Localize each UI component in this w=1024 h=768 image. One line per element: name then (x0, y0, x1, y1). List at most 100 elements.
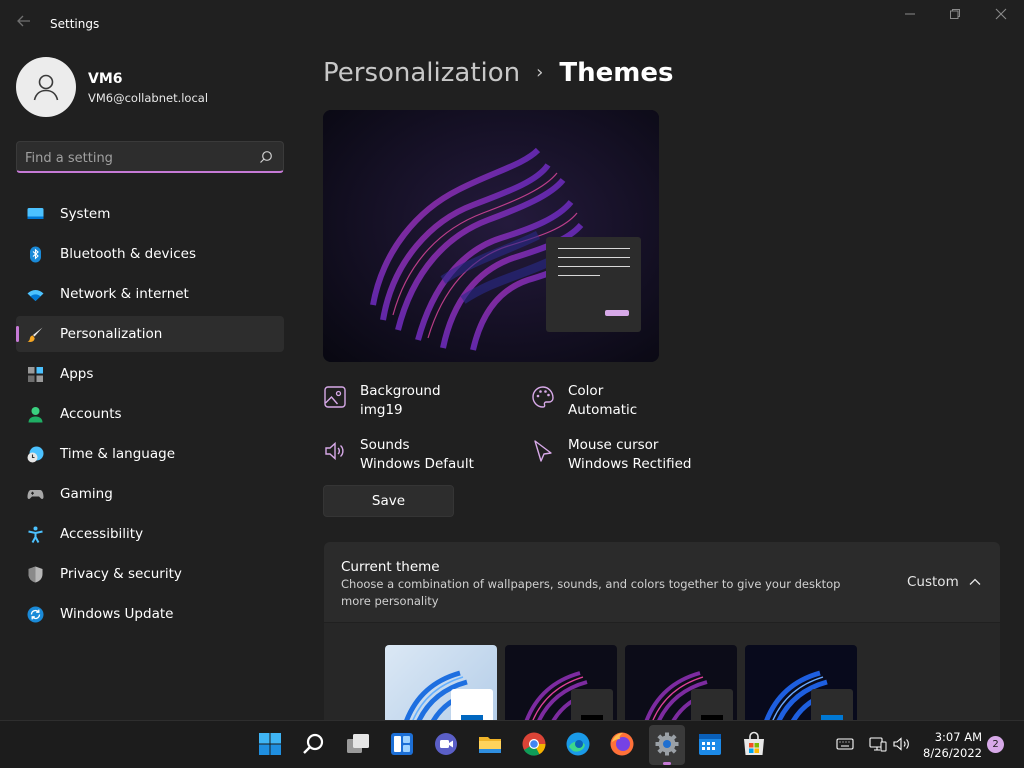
user-icon (33, 74, 59, 101)
start-icon[interactable] (257, 731, 283, 757)
restore-icon (950, 9, 960, 19)
sidebar-item-label: Bluetooth & devices (60, 246, 197, 262)
background-value: img19 (360, 402, 403, 418)
back-arrow-icon (17, 15, 30, 27)
file-explorer-icon[interactable] (477, 731, 503, 757)
search-input[interactable] (25, 148, 253, 168)
clock-time[interactable]: 3:07 AM (928, 730, 982, 744)
sidebar-item-label: Accessibility (60, 526, 144, 542)
network-icon[interactable] (869, 736, 887, 752)
sidebar-item-label: Apps (60, 366, 94, 382)
sidebar-item-label: Time & language (60, 446, 176, 462)
calendar-icon[interactable] (697, 731, 723, 757)
preview-window (546, 237, 641, 332)
sidebar-item-accounts[interactable]: Accounts (16, 396, 284, 432)
profile-name: VM6 (88, 71, 123, 87)
edge-icon[interactable] (565, 731, 591, 757)
app-title: Settings (50, 17, 100, 31)
search-icon[interactable] (301, 731, 327, 757)
widgets-icon[interactable] (389, 731, 415, 757)
save-button[interactable]: Save (323, 485, 454, 517)
monitor-icon (27, 208, 44, 219)
shield-icon (28, 566, 43, 583)
sidebar-item-personalization[interactable]: Personalization (16, 316, 284, 352)
minimize-button[interactable] (895, 8, 925, 26)
person-icon (28, 407, 43, 423)
sidebar-item-gaming[interactable]: Gaming (16, 476, 284, 512)
thumb-window (691, 689, 733, 720)
sidebar-nav: System Bluetooth & devices Network & int… (16, 196, 284, 636)
breadcrumb-separator: › (536, 62, 544, 83)
restore-button[interactable] (940, 8, 970, 26)
task-view-icon[interactable] (345, 731, 371, 757)
preview-text-line (558, 266, 630, 267)
apps-icon (28, 367, 43, 382)
breadcrumb-parent[interactable]: Personalization (323, 58, 520, 88)
preview-text-line (558, 257, 630, 258)
thumb-window (811, 689, 853, 720)
minimize-icon (905, 13, 915, 15)
title-bar: Settings (0, 0, 1024, 48)
background-label: Background (360, 383, 441, 399)
sidebar-item-label: Personalization (60, 326, 163, 342)
theme-thumbnail-light[interactable] (385, 645, 497, 720)
sidebar-item-bluetooth[interactable]: Bluetooth & devices (16, 236, 284, 272)
settings-icon[interactable] (654, 731, 680, 757)
volume-icon[interactable] (893, 736, 911, 752)
sidebar-item-windows-update[interactable]: Windows Update (16, 596, 284, 632)
image-icon (324, 386, 346, 408)
sidebar-item-label: System (60, 206, 111, 222)
bluetooth-icon (30, 246, 41, 263)
sidebar-item-label: Accounts (60, 406, 122, 422)
search-box[interactable] (16, 141, 284, 173)
paintbrush-icon (27, 327, 43, 342)
current-theme-description: Choose a combination of wallpapers, soun… (341, 577, 841, 608)
sidebar-item-time-language[interactable]: Time & language (16, 436, 284, 472)
taskbar: 3:07 AM 8/26/2022 2 (0, 720, 1024, 768)
sidebar-item-apps[interactable]: Apps (16, 356, 284, 392)
mouse-cursor-label: Mouse cursor (568, 437, 659, 453)
speaker-icon (325, 441, 344, 461)
avatar[interactable] (16, 57, 76, 117)
cursor-icon (534, 440, 552, 462)
clock-date[interactable]: 8/26/2022 (920, 746, 982, 760)
preview-text-line (558, 248, 630, 249)
sidebar-item-system[interactable]: System (16, 196, 284, 232)
thumb-window (451, 689, 493, 720)
chat-icon[interactable] (433, 731, 459, 757)
current-theme-card[interactable]: Current theme Choose a combination of wa… (324, 542, 1000, 622)
preview-text-line (558, 275, 600, 276)
sidebar-item-accessibility[interactable]: Accessibility (16, 516, 284, 552)
theme-preview (323, 110, 659, 362)
notification-badge[interactable]: 2 (987, 736, 1004, 753)
active-app-indicator (663, 762, 671, 765)
mouse-cursor-setting[interactable]: Mouse cursor Windows Rectified (531, 437, 721, 477)
background-setting[interactable]: Background img19 (323, 383, 513, 423)
current-theme-title: Current theme (341, 559, 440, 575)
close-button[interactable] (986, 8, 1016, 26)
sidebar-item-label: Windows Update (60, 606, 174, 622)
sounds-setting[interactable]: Sounds Windows Default (323, 437, 513, 477)
theme-gallery (324, 623, 1000, 720)
sidebar-item-label: Gaming (60, 486, 113, 502)
firefox-icon[interactable] (609, 731, 635, 757)
color-value: Automatic (568, 402, 638, 418)
sidebar-item-privacy-security[interactable]: Privacy & security (16, 556, 284, 592)
search-icon[interactable] (259, 150, 273, 164)
chevron-up-icon[interactable] (967, 574, 983, 590)
back-button[interactable] (14, 13, 34, 33)
theme-thumbnail-dark-blue[interactable] (745, 645, 857, 720)
theme-thumbnail-dark-2[interactable] (625, 645, 737, 720)
store-icon[interactable] (741, 731, 767, 757)
clock-globe-icon (27, 446, 44, 463)
thumb-window (571, 689, 613, 720)
mouse-cursor-value: Windows Rectified (568, 456, 692, 472)
color-setting[interactable]: Color Automatic (531, 383, 721, 423)
sounds-label: Sounds (360, 437, 410, 453)
update-icon (27, 606, 44, 623)
keyboard-icon[interactable] (836, 736, 854, 752)
sidebar-item-network[interactable]: Network & internet (16, 276, 284, 312)
theme-thumbnail-dark-1[interactable] (505, 645, 617, 720)
chrome-icon[interactable] (521, 731, 547, 757)
breadcrumb: Personalization › Themes (323, 58, 673, 88)
